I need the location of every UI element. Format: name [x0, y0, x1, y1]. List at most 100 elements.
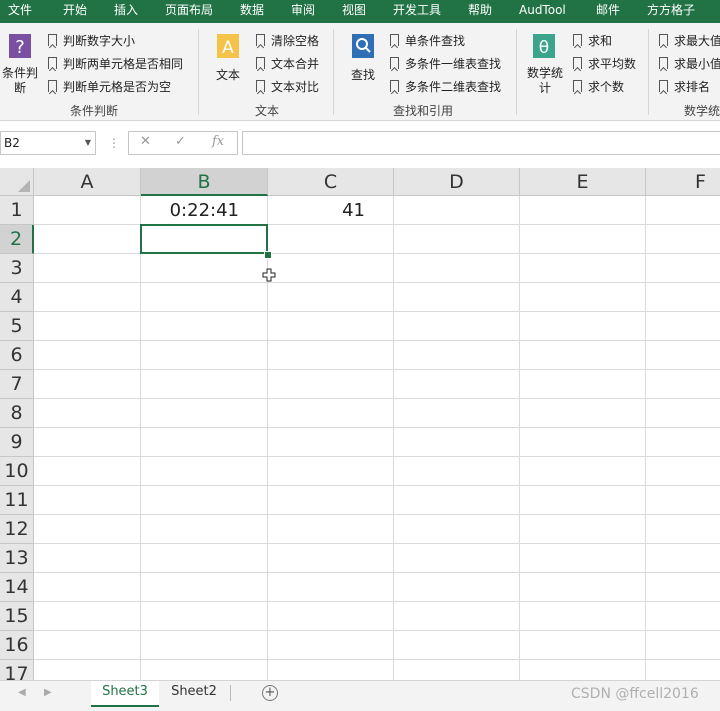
menu-bar: 文件 开始 插入 页面布局 数据 审阅 视图 开发工具 帮助 AudTool 邮…: [0, 0, 720, 23]
formula-bar: B2 ▼ ⋮ ✕ ✓ fx: [0, 121, 720, 168]
ribbon-item-multi-1d-lookup[interactable]: 多条件一维表查找: [390, 55, 501, 73]
row-header-15[interactable]: 15: [0, 602, 34, 631]
row-header-5[interactable]: 5: [0, 312, 34, 341]
bookmark-icon: [659, 80, 668, 92]
text-a-icon: A: [217, 34, 239, 58]
menu-page-layout[interactable]: 页面布局: [165, 0, 213, 23]
menu-view[interactable]: 视图: [342, 0, 366, 23]
math-button[interactable]: 数学统 计: [525, 66, 565, 96]
select-all-icon: [18, 180, 30, 192]
tab-sheet3[interactable]: Sheet3: [91, 681, 159, 707]
text-button[interactable]: 文本: [216, 66, 240, 83]
question-icon: ?: [9, 34, 31, 58]
group-separator: [516, 29, 517, 115]
row-header-8[interactable]: 8: [0, 399, 34, 428]
col-header-e[interactable]: E: [520, 168, 646, 196]
ribbon-item-average[interactable]: 求平均数: [573, 55, 636, 73]
ribbon-item-min[interactable]: 求最小值: [659, 55, 720, 73]
ribbon-item-compare-number[interactable]: 判断数字大小: [48, 32, 135, 50]
row-header-6[interactable]: 6: [0, 341, 34, 370]
menu-data[interactable]: 数据: [240, 0, 264, 23]
ribbon-item-compare-cells[interactable]: 判断两单元格是否相同: [48, 55, 183, 73]
formula-input[interactable]: [242, 131, 720, 155]
col-header-a[interactable]: A: [34, 168, 141, 196]
row-header-13[interactable]: 13: [0, 544, 34, 573]
col-header-d[interactable]: D: [394, 168, 520, 196]
gridline: [34, 659, 720, 660]
confirm-icon[interactable]: ✓: [175, 134, 186, 149]
gridline: [34, 630, 720, 631]
bookmark-icon: [256, 34, 265, 46]
menu-review[interactable]: 审阅: [291, 0, 315, 23]
menu-developer[interactable]: 开发工具: [393, 0, 441, 23]
group-label-text: 文本: [255, 104, 280, 118]
condition-button[interactable]: 条件判 断: [2, 66, 38, 96]
gridline: [34, 514, 720, 515]
menu-audtool[interactable]: AudTool: [519, 0, 566, 23]
cell-b2-selected[interactable]: [140, 224, 268, 254]
bookmark-icon: [390, 57, 399, 69]
gridline: [34, 369, 720, 370]
tab-divider: [230, 685, 231, 701]
menu-help[interactable]: 帮助: [468, 0, 492, 23]
group-label-condition: 条件判断: [70, 104, 119, 118]
ribbon-item-trim-spaces[interactable]: 清除空格: [256, 32, 319, 50]
col-header-c[interactable]: C: [268, 168, 394, 196]
fill-handle[interactable]: [264, 251, 272, 259]
cell-c1[interactable]: 41: [268, 196, 393, 225]
ribbon-item-text-merge[interactable]: 文本合并: [256, 55, 319, 73]
bookmark-icon: [573, 34, 582, 46]
sheet-tabs-bar: ◀ ▶ Sheet3 Sheet2 + CSDN @ffcell2016: [0, 680, 720, 711]
menu-file[interactable]: 文件: [8, 0, 32, 23]
row-header-7[interactable]: 7: [0, 370, 34, 399]
ribbon-item-single-lookup[interactable]: 单条件查找: [390, 32, 465, 50]
select-all-corner[interactable]: [0, 168, 34, 196]
ribbon-item-check-empty[interactable]: 判断单元格是否为空: [48, 78, 171, 96]
add-sheet-icon[interactable]: +: [262, 685, 278, 701]
cell-b1[interactable]: 0:22:41: [141, 196, 267, 225]
menu-home[interactable]: 开始: [63, 0, 87, 23]
ribbon-item-text-compare[interactable]: 文本对比: [256, 78, 319, 96]
group-separator: [333, 29, 334, 115]
row-header-11[interactable]: 11: [0, 486, 34, 515]
lookup-button[interactable]: 查找: [351, 66, 375, 83]
gridline: [34, 311, 720, 312]
ribbon-item-count[interactable]: 求个数: [573, 78, 624, 96]
menu-insert[interactable]: 插入: [114, 0, 138, 23]
ribbon: ? 条件判 断 判断数字大小 判断两单元格是否相同 判断单元格是否为空 条件判断…: [0, 23, 720, 121]
ribbon-item-rank[interactable]: 求排名: [659, 78, 710, 96]
row-header-3[interactable]: 3: [0, 254, 34, 283]
bookmark-icon: [659, 34, 668, 46]
row-header-12[interactable]: 12: [0, 515, 34, 544]
tab-prev-icon[interactable]: ◀: [18, 687, 26, 698]
row-header-9[interactable]: 9: [0, 428, 34, 457]
group-separator: [648, 29, 649, 115]
group-label-lookup: 查找和引用: [393, 104, 454, 118]
row-header-16[interactable]: 16: [0, 631, 34, 660]
row-header-10[interactable]: 10: [0, 457, 34, 486]
cancel-icon[interactable]: ✕: [140, 134, 151, 149]
ribbon-item-max[interactable]: 求最大值: [659, 32, 720, 50]
row-header-1[interactable]: 1: [0, 196, 34, 225]
row-header-17[interactable]: 17: [0, 660, 34, 680]
more-icon: ⋮: [108, 136, 120, 150]
row-header-4[interactable]: 4: [0, 283, 34, 312]
insert-function-icon[interactable]: fx: [212, 134, 224, 149]
bookmark-icon: [256, 80, 265, 92]
bookmark-icon: [573, 80, 582, 92]
name-box[interactable]: B2 ▼: [0, 131, 96, 155]
ribbon-item-multi-2d-lookup[interactable]: 多条件二维表查找: [390, 78, 501, 96]
chevron-down-icon[interactable]: ▼: [85, 132, 91, 154]
menu-fangfang[interactable]: 方方格子: [647, 0, 695, 23]
tab-next-icon[interactable]: ▶: [44, 687, 52, 698]
bookmark-icon: [48, 80, 57, 92]
row-header-2[interactable]: 2: [0, 225, 34, 254]
tab-sheet2[interactable]: Sheet2: [162, 681, 226, 705]
col-header-f[interactable]: F: [646, 168, 720, 196]
row-header-14[interactable]: 14: [0, 573, 34, 602]
col-header-b[interactable]: B: [141, 168, 268, 196]
ribbon-item-sum[interactable]: 求和: [573, 32, 612, 50]
menu-mail[interactable]: 邮件: [596, 0, 620, 23]
gridline: [34, 543, 720, 544]
bookmark-icon: [48, 34, 57, 46]
